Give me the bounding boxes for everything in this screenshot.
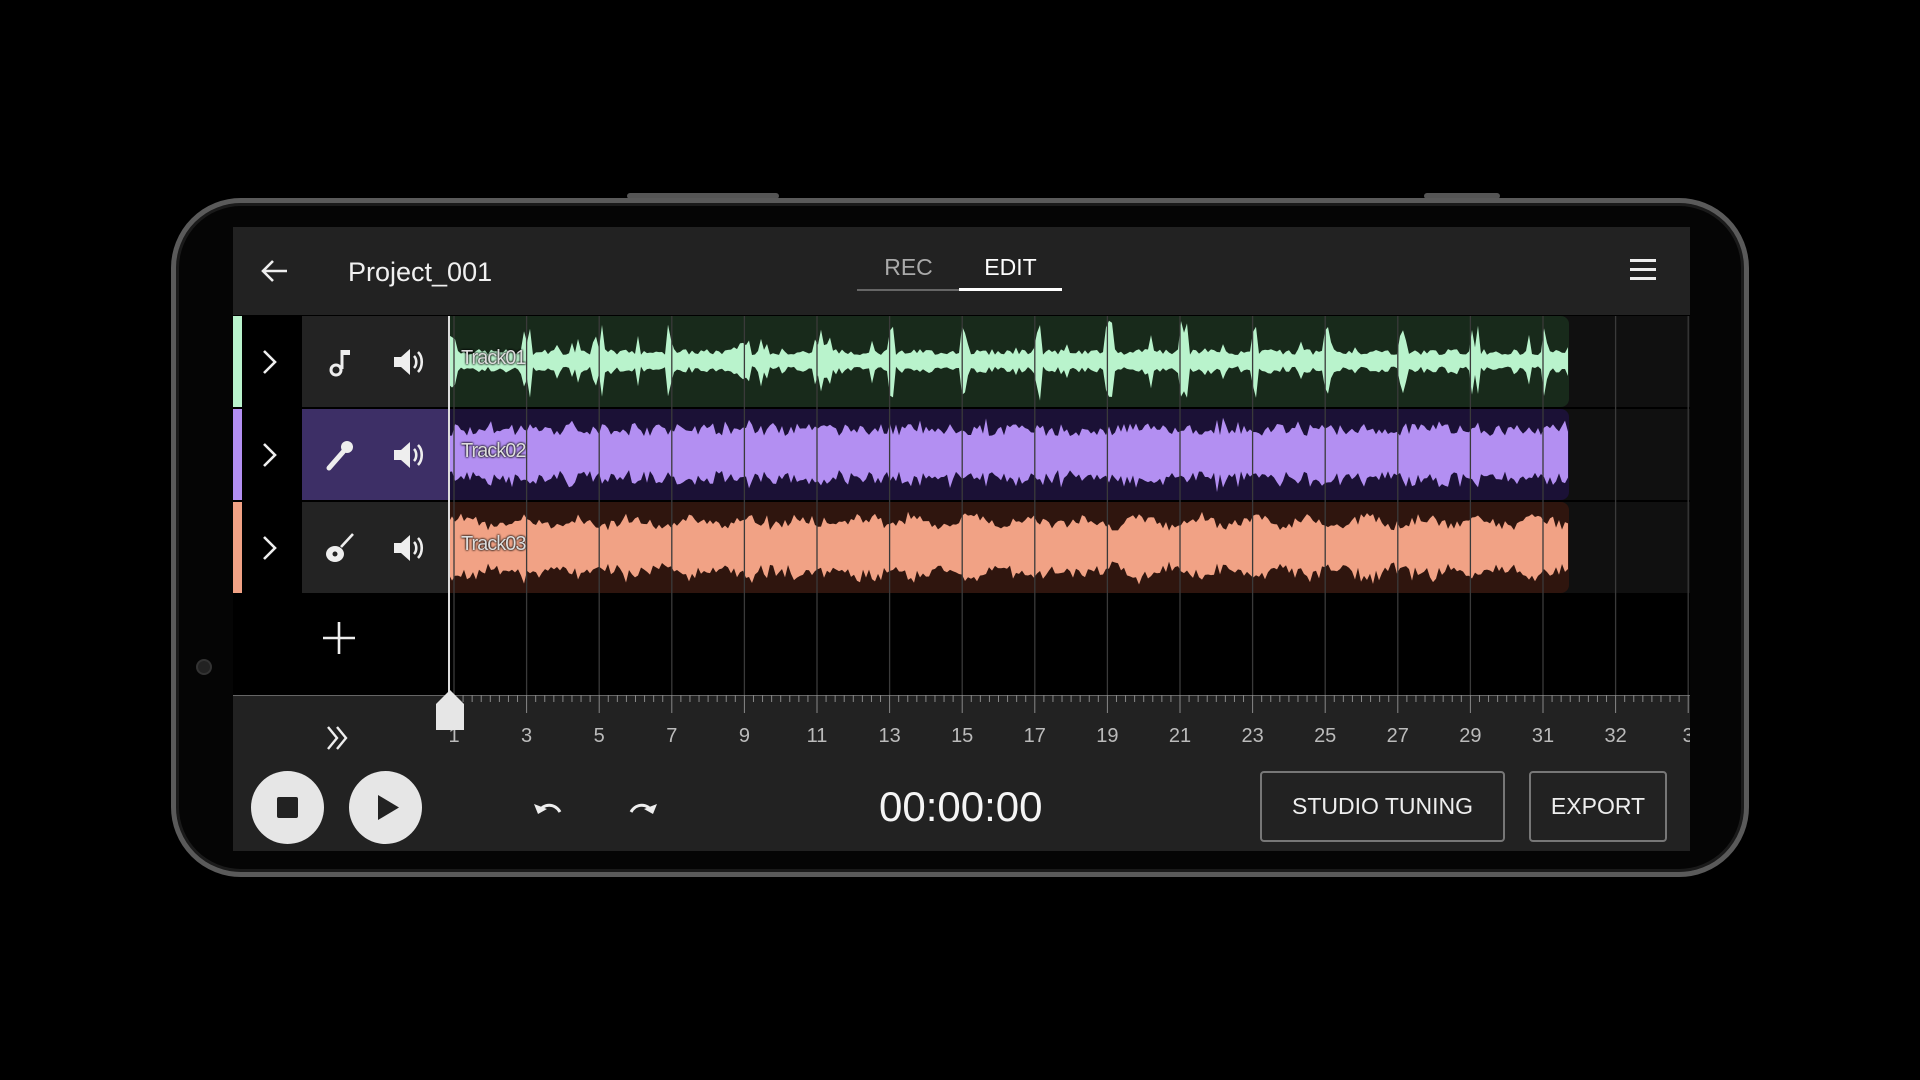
track-row: Track01 xyxy=(233,316,1690,407)
track-color-strip xyxy=(233,502,242,593)
front-camera xyxy=(196,659,212,675)
ruler-label: 3 xyxy=(1682,725,1690,747)
ruler-label: 32 xyxy=(1604,725,1627,747)
track-controls[interactable] xyxy=(302,409,448,500)
undo-icon[interactable] xyxy=(531,790,567,826)
play-icon xyxy=(378,795,399,820)
add-track-plus-icon[interactable] xyxy=(321,620,357,656)
play-button[interactable] xyxy=(349,771,422,844)
tab-rec[interactable]: REC xyxy=(857,249,960,291)
ruler-label: 23 xyxy=(1241,725,1264,747)
stop-icon xyxy=(277,797,298,818)
track-controls[interactable] xyxy=(302,316,448,407)
audio-clip[interactable]: Track01 xyxy=(449,316,1569,407)
playhead-handle[interactable] xyxy=(436,690,464,730)
waveform xyxy=(449,417,1568,493)
speaker-volume-icon[interactable] xyxy=(390,344,426,380)
track-row: Track02 xyxy=(233,409,1690,500)
stop-button[interactable] xyxy=(251,771,324,844)
ruler-label: 7 xyxy=(666,725,678,747)
tab-edit[interactable]: EDIT xyxy=(959,249,1062,291)
ruler-label: 31 xyxy=(1531,725,1555,747)
waveform xyxy=(449,320,1568,401)
audio-clip[interactable]: Track02 xyxy=(449,409,1569,500)
speaker-volume-icon[interactable] xyxy=(390,530,426,566)
track-color-strip xyxy=(233,316,242,407)
speaker-volume-icon[interactable] xyxy=(390,437,426,473)
track-color-strip xyxy=(233,409,242,500)
redo-icon[interactable] xyxy=(624,790,660,826)
waveform xyxy=(449,511,1568,585)
app-screen: Project_001 REC EDIT Track01 Track02 Tra… xyxy=(233,227,1690,851)
app-header: Project_001 REC EDIT xyxy=(233,227,1690,315)
track-lane[interactable]: Track02 xyxy=(449,409,1690,500)
ruler-label: 15 xyxy=(951,725,974,747)
arrow-left-icon[interactable] xyxy=(259,255,291,287)
studio-tuning-button[interactable]: STUDIO TUNING xyxy=(1260,771,1505,842)
track-lane[interactable]: Track01 xyxy=(449,316,1690,407)
export-button[interactable]: EXPORT xyxy=(1529,771,1667,842)
ruler-label: 17 xyxy=(1023,725,1046,747)
audio-clip[interactable]: Track03 xyxy=(449,502,1569,593)
ruler-label: 5 xyxy=(593,725,605,747)
ruler-label: 21 xyxy=(1168,725,1192,747)
guitar-icon[interactable] xyxy=(322,530,358,566)
ruler-label: 19 xyxy=(1096,725,1119,747)
ruler-label: 13 xyxy=(878,725,901,747)
double-chevron-right-icon[interactable] xyxy=(323,723,353,753)
music-note-icon[interactable] xyxy=(322,344,358,380)
hamburger-menu-icon[interactable] xyxy=(1630,259,1656,281)
clip-name: Track03 xyxy=(461,533,527,555)
project-title: Project_001 xyxy=(348,257,493,287)
ruler-label: 3 xyxy=(521,725,533,747)
chevron-right-icon[interactable] xyxy=(255,346,283,378)
ruler-label: 25 xyxy=(1314,725,1337,747)
track-lane[interactable]: Track03 xyxy=(449,502,1690,593)
time-display: 00:00:00 xyxy=(879,783,1043,830)
bottom-panel: 1 3 5 7 9 11 13 15 17 19 21 23 25 27 29 31 32 3 00:00:00 … xyxy=(233,690,1690,851)
ruler-label: 9 xyxy=(738,725,750,747)
ruler-label: 11 xyxy=(806,725,828,747)
mode-tabs: REC EDIT xyxy=(857,249,1062,291)
track-row: Track03 xyxy=(233,502,1690,593)
track-controls[interactable] xyxy=(302,502,448,593)
chevron-right-icon[interactable] xyxy=(255,532,283,564)
ruler-label: 29 xyxy=(1459,725,1482,747)
clip-name: Track01 xyxy=(461,347,527,369)
clip-name: Track02 xyxy=(461,440,527,462)
playhead-line xyxy=(448,316,450,696)
ruler-label: 27 xyxy=(1386,725,1409,747)
microphone-icon[interactable] xyxy=(322,437,358,473)
chevron-right-icon[interactable] xyxy=(255,439,283,471)
